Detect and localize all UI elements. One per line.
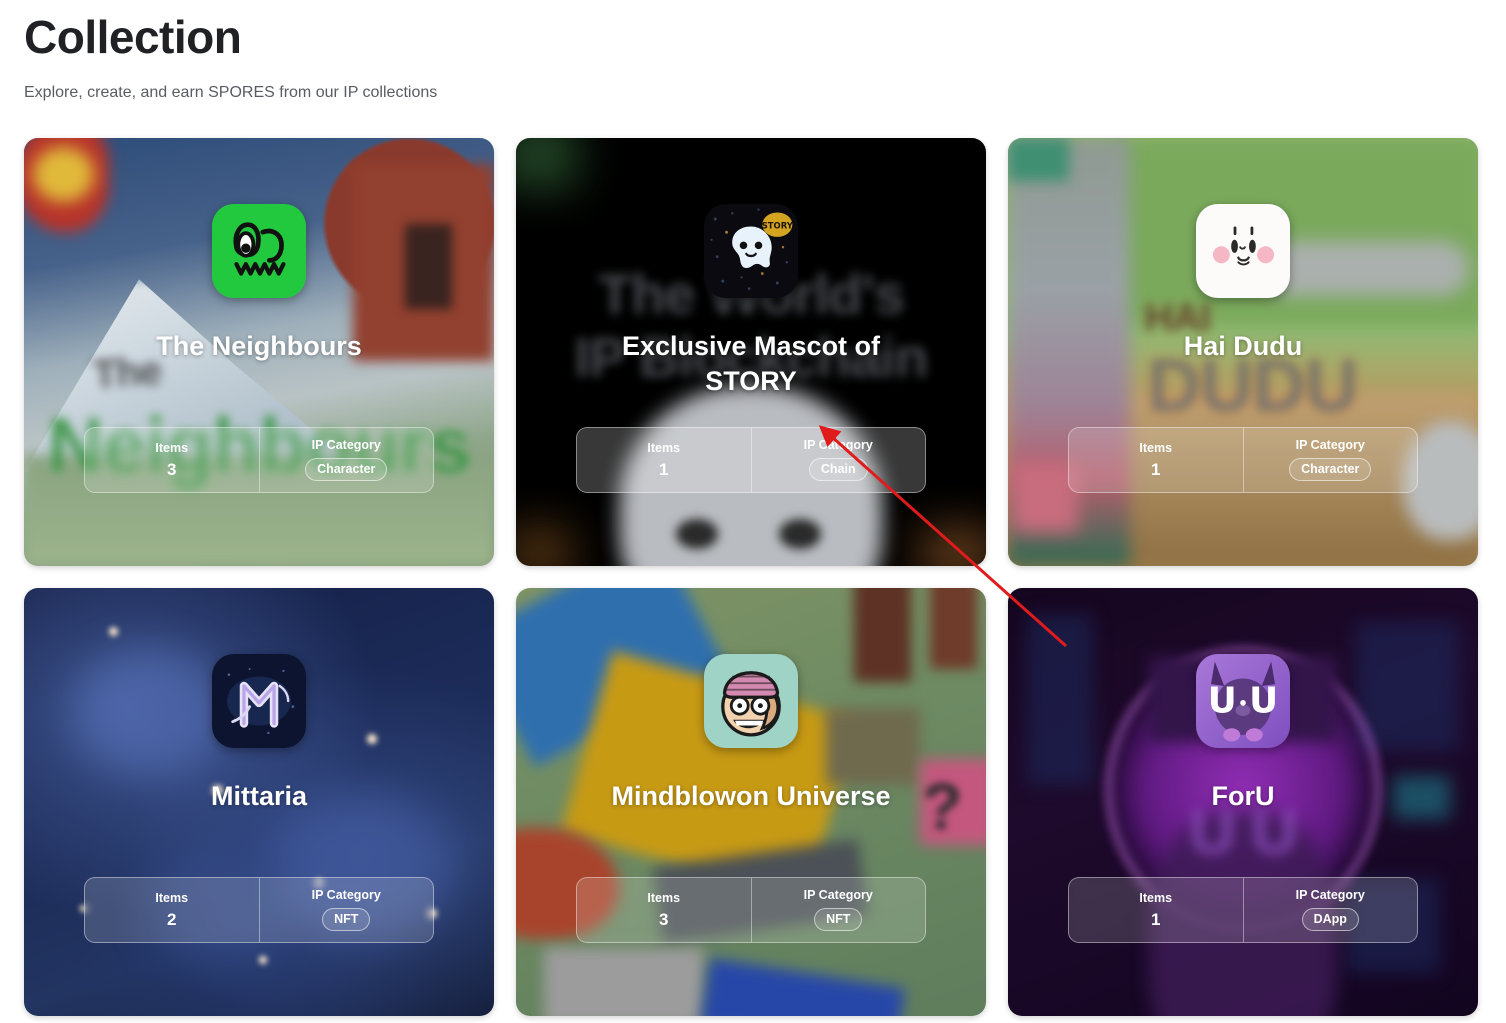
- ip-category-label: IP Category: [1295, 888, 1365, 902]
- svg-text:U: U: [1249, 680, 1278, 721]
- items-label: Items: [1139, 891, 1173, 906]
- ip-category-label: IP Category: [311, 438, 381, 452]
- items-value: 1: [659, 459, 669, 479]
- ip-category-label: IP Category: [311, 888, 381, 902]
- collection-card[interactable]: The World's IP Blockchain STORY Exclusiv…: [516, 138, 986, 566]
- category-stat: IP Category Chain: [750, 428, 926, 492]
- story-ghost-avatar: STORY: [704, 204, 798, 298]
- items-value: 3: [167, 459, 177, 479]
- category-badge[interactable]: Character: [305, 457, 388, 481]
- collection-card[interactable]: Neighbours The The Neighbours Items 3 IP…: [24, 138, 494, 566]
- items-value: 1: [1151, 459, 1161, 479]
- svg-text:U: U: [1208, 680, 1237, 721]
- mittaria-m-avatar: [212, 654, 306, 748]
- items-stat: Items 1: [577, 428, 751, 492]
- page-subtitle: Explore, create, and earn SPORES from ou…: [24, 84, 438, 101]
- collection-card[interactable]: Mittaria Items 2 IP Category NFT: [24, 588, 494, 1016]
- items-value: 2: [167, 909, 177, 929]
- category-stat: IP Category DApp: [1242, 878, 1418, 942]
- items-label: Items: [647, 441, 681, 456]
- neighbours-monster-avatar: [212, 204, 306, 298]
- items-stat: Items 3: [85, 428, 259, 492]
- items-label: Items: [155, 441, 189, 456]
- collection-page: Collection Explore, create, and earn SPO…: [0, 0, 1506, 1023]
- items-label: Items: [647, 891, 681, 906]
- collection-title: Mittaria: [210, 781, 308, 811]
- category-badge[interactable]: DApp: [1301, 907, 1359, 931]
- items-stat: Items 1: [1069, 428, 1243, 492]
- items-stat: Items 3: [577, 878, 751, 942]
- collection-card[interactable]: HAI DUDU Hai Dudu Items 1 IP Category Ch…: [1008, 138, 1478, 566]
- ip-category-label: IP Category: [1295, 438, 1365, 452]
- collection-title: Exclusive Mascot of STORY: [621, 331, 881, 396]
- category-stat: IP Category Character: [1242, 428, 1418, 492]
- ip-category-label: IP Category: [803, 888, 873, 902]
- page-title: Collection: [24, 11, 242, 63]
- category-badge[interactable]: Chain: [808, 457, 868, 481]
- mindblowon-face-avatar: [704, 654, 798, 748]
- items-value: 3: [659, 909, 669, 929]
- category-badge[interactable]: NFT: [322, 907, 371, 931]
- collection-title: The Neighbours: [156, 331, 362, 361]
- items-label: Items: [155, 891, 189, 906]
- collection-title: ForU: [1211, 781, 1275, 811]
- svg-text:STORY: STORY: [762, 220, 794, 230]
- category-stat: IP Category Character: [258, 428, 434, 492]
- category-stat: IP Category NFT: [258, 878, 434, 942]
- collection-title: Mindblowon Universe: [611, 781, 891, 811]
- collection-stats: Items 1 IP Category DApp: [1068, 877, 1418, 943]
- category-badge[interactable]: Character: [1289, 457, 1372, 481]
- haidudu-bunny-avatar: [1196, 204, 1290, 298]
- collection-grid: Neighbours The The Neighbours Items 3 IP…: [24, 138, 1482, 1016]
- ip-category-label: IP Category: [803, 438, 873, 452]
- items-value: 1: [1151, 909, 1161, 929]
- collection-stats: Items 1 IP Category Chain: [576, 427, 926, 493]
- collection-stats: Items 1 IP Category Character: [1068, 427, 1418, 493]
- collection-stats: Items 3 IP Category Character: [84, 427, 434, 493]
- collection-card[interactable]: U U U U ForU Items 1 IP Category DApp: [1008, 588, 1478, 1016]
- collection-stats: Items 2 IP Category NFT: [84, 877, 434, 943]
- category-stat: IP Category NFT: [750, 878, 926, 942]
- category-badge[interactable]: NFT: [814, 907, 863, 931]
- collection-stats: Items 3 IP Category NFT: [576, 877, 926, 943]
- items-stat: Items 1: [1069, 878, 1243, 942]
- collection-card[interactable]: ? Mindblowon Universe Items 3 IP Categor…: [516, 588, 986, 1016]
- collection-title: Hai Dudu: [1183, 331, 1303, 361]
- items-stat: Items 2: [85, 878, 259, 942]
- foru-cat-avatar: U U: [1196, 654, 1290, 748]
- items-label: Items: [1139, 441, 1173, 456]
